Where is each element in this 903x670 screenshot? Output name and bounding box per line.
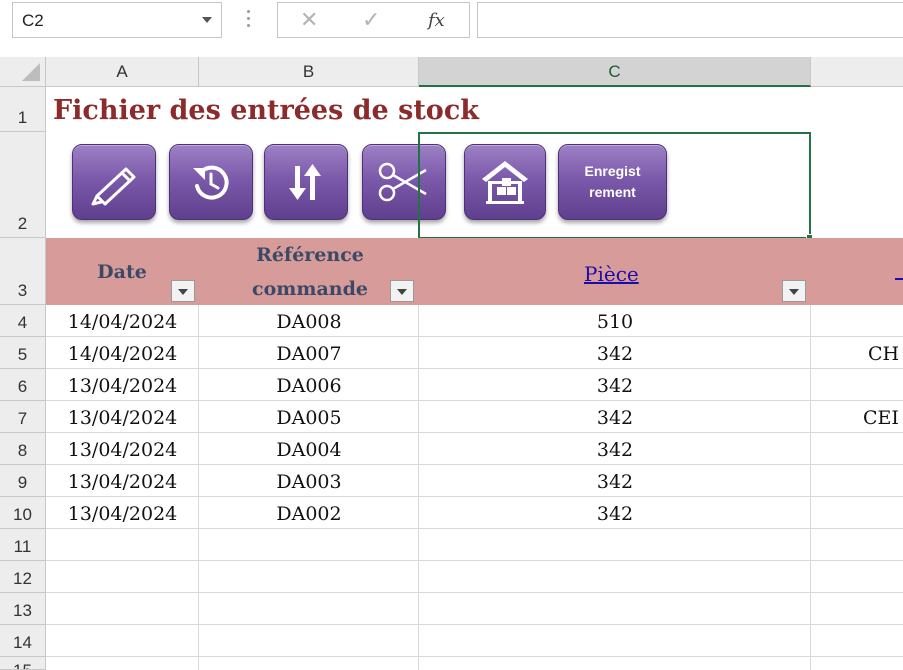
cancel-icon[interactable]: ✕: [300, 7, 318, 33]
cell-reference[interactable]: DA008: [199, 311, 419, 333]
more-options-icon[interactable]: [247, 10, 251, 30]
formula-buttons: ✕ ✓ fx: [277, 2, 470, 38]
edit-button[interactable]: [72, 144, 156, 220]
row-header-14[interactable]: 14: [0, 625, 46, 657]
insert-function-icon[interactable]: fx: [428, 10, 445, 31]
cell-date[interactable]: 13/04/2024: [46, 407, 199, 429]
row-header-8[interactable]: 8: [0, 433, 46, 465]
row-header-11[interactable]: 11: [0, 529, 46, 561]
select-all-corner[interactable]: [0, 57, 46, 87]
formula-input[interactable]: [477, 2, 903, 38]
chevron-down-icon: [178, 289, 188, 295]
rotate-ccw-icon: [193, 165, 229, 200]
row-header-9[interactable]: 9: [0, 465, 46, 497]
sort-arrows-icon: [289, 164, 321, 200]
chevron-down-icon: [789, 289, 799, 295]
cell-extra[interactable]: CH: [868, 343, 899, 365]
column-header-c[interactable]: C: [419, 57, 811, 87]
filter-dropdown-piece[interactable]: [782, 280, 806, 302]
row-header-12[interactable]: 12: [0, 561, 46, 593]
cell-piece[interactable]: 342: [419, 407, 811, 429]
row-header-15[interactable]: 15: [0, 657, 46, 670]
cell-piece[interactable]: 342: [419, 343, 811, 365]
cell-reference[interactable]: DA004: [199, 439, 419, 461]
header-d-link-fragment: [895, 256, 903, 286]
cell-reference[interactable]: DA007: [199, 343, 419, 365]
cell-piece[interactable]: 510: [419, 311, 811, 333]
row-header-7[interactable]: 7: [0, 401, 46, 433]
cell-reference[interactable]: DA006: [199, 375, 419, 397]
cell-piece[interactable]: 342: [419, 471, 811, 493]
header-date: Date: [97, 261, 147, 283]
header-reference-line1: Référence: [256, 244, 364, 266]
row-header-4[interactable]: 4: [0, 305, 46, 337]
pen-icon: [91, 167, 136, 206]
cell-date[interactable]: 14/04/2024: [46, 343, 199, 365]
column-header-a[interactable]: A: [46, 57, 199, 87]
row-header-2[interactable]: 2: [0, 132, 46, 238]
cell-date[interactable]: 14/04/2024: [46, 311, 199, 333]
cell-date[interactable]: 13/04/2024: [46, 471, 199, 493]
name-box[interactable]: C2: [12, 2, 222, 38]
cell-extra[interactable]: CEI: [863, 407, 903, 429]
cell-reference[interactable]: DA002: [199, 503, 419, 525]
sort-button[interactable]: [264, 144, 348, 220]
cell-reference[interactable]: DA003: [199, 471, 419, 493]
filter-dropdown-reference[interactable]: [390, 280, 414, 302]
active-cell-selection: [418, 132, 811, 239]
formula-bar: C2 ✕ ✓ fx: [0, 0, 903, 56]
enter-icon[interactable]: ✓: [362, 7, 380, 33]
cell-date[interactable]: 13/04/2024: [46, 439, 199, 461]
row-header-10[interactable]: 10: [0, 497, 46, 529]
row-header-13[interactable]: 13: [0, 593, 46, 625]
header-reference-line2: commande: [252, 278, 368, 300]
cell-piece[interactable]: 342: [419, 503, 811, 525]
sheet-title: Fichier des entrées de stock: [53, 95, 479, 126]
cell-date[interactable]: 13/04/2024: [46, 375, 199, 397]
chevron-down-icon[interactable]: [202, 17, 212, 23]
chevron-down-icon: [397, 289, 407, 295]
refresh-button[interactable]: [169, 144, 253, 220]
column-header-b[interactable]: B: [199, 57, 419, 87]
header-piece-link[interactable]: Pièce: [584, 262, 639, 286]
row-header-5[interactable]: 5: [0, 337, 46, 369]
name-box-value: C2: [22, 11, 44, 30]
filter-dropdown-date[interactable]: [171, 280, 195, 302]
cell-date[interactable]: 13/04/2024: [46, 503, 199, 525]
column-header-d[interactable]: [811, 57, 903, 87]
row-header-3[interactable]: 3: [0, 238, 46, 305]
cell-piece[interactable]: 342: [419, 375, 811, 397]
cell-reference[interactable]: DA005: [199, 407, 419, 429]
row-header-1[interactable]: 1: [0, 87, 46, 132]
cell-piece[interactable]: 342: [419, 439, 811, 461]
row-header-6[interactable]: 6: [0, 369, 46, 401]
